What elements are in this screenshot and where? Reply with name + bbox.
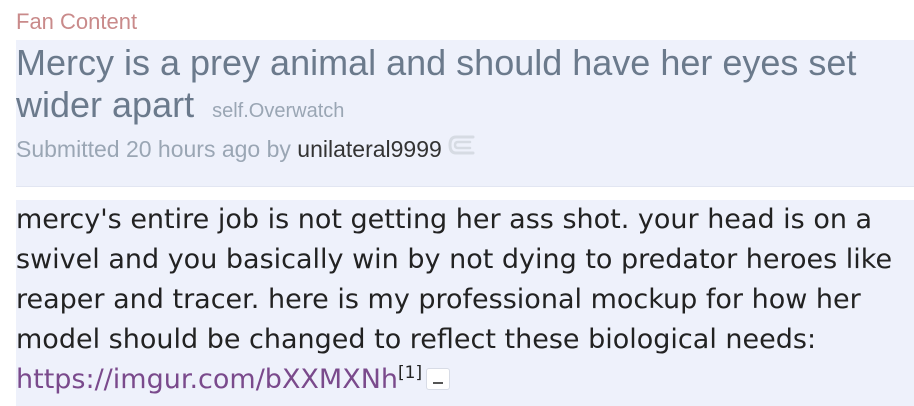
post-header: Mercy is a prey animal and should have h…	[16, 40, 914, 187]
share-icon[interactable]	[446, 133, 476, 164]
imgur-link[interactable]: https://imgur.com/bXXMXNh	[16, 364, 398, 395]
post-domain[interactable]: self.Overwatch	[212, 100, 344, 122]
post-flair[interactable]: Fan Content	[16, 8, 137, 36]
author-link[interactable]: unilateral9999	[297, 136, 442, 162]
body-text: mercy's entire job is not getting her as…	[16, 204, 893, 355]
submitted-text: Submitted 20 hours ago by	[16, 136, 291, 162]
collapse-icon[interactable]	[426, 367, 451, 390]
link-footnote[interactable]: [1]	[398, 363, 422, 383]
post-title[interactable]: Mercy is a prey animal and should have h…	[16, 42, 856, 125]
post-body: mercy's entire job is not getting her as…	[16, 200, 914, 406]
post-title-line: Mercy is a prey animal and should have h…	[16, 42, 896, 132]
post-body-text: mercy's entire job is not getting her as…	[16, 200, 901, 400]
post-submitted-line: Submitted 20 hours ago by unilateral9999	[16, 134, 476, 164]
